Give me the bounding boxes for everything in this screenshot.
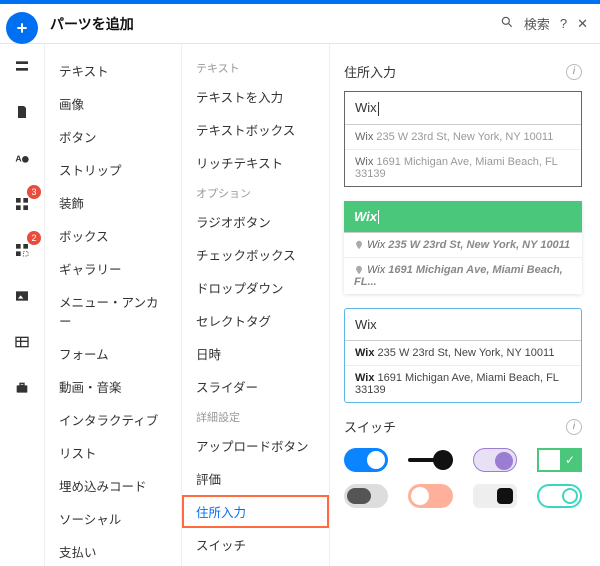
sub-group-heading: 詳細設定 [182, 403, 329, 429]
category-item[interactable]: フォーム [45, 337, 181, 370]
preview-panel: 住所入力 i Wix Wix 235 W 23rd St, New York, … [330, 44, 600, 566]
panel-header: パーツを追加 検索 ? ✕ [0, 4, 600, 44]
badge: 3 [27, 185, 41, 199]
subcategory-column: テキストテキストを入力テキストボックスリッチテキストオプションラジオボタンチェッ… [182, 44, 330, 566]
category-item[interactable]: ギャラリー [45, 252, 181, 285]
category-item[interactable]: ストリップ [45, 153, 181, 186]
category-item[interactable]: 支払い [45, 535, 181, 566]
search-icon[interactable] [500, 15, 514, 32]
apps-icon[interactable]: 3 [6, 188, 38, 220]
switch-sample[interactable] [473, 484, 517, 508]
sub-item[interactable]: セレクトタグ [182, 304, 329, 337]
category-item[interactable]: 装飾 [45, 186, 181, 219]
switch-sample[interactable] [408, 458, 452, 462]
add-button[interactable] [6, 12, 38, 44]
category-item[interactable]: インタラクティブ [45, 403, 181, 436]
icon-sidebar: A 3 2 [0, 44, 44, 566]
theme-icon[interactable]: A [6, 142, 38, 174]
info-icon[interactable]: i [566, 419, 582, 435]
panel-title: パーツを追加 [50, 14, 500, 34]
switch-sample[interactable] [408, 484, 452, 508]
address-option[interactable]: Wix 1691 Michigan Ave, Miami Beach, FL..… [344, 258, 582, 294]
category-column: テキスト画像ボタンストリップ装飾ボックスギャラリーメニュー・アンカーフォーム動画… [44, 44, 182, 566]
category-item[interactable]: 画像 [45, 87, 181, 120]
category-item[interactable]: メニュー・アンカー [45, 285, 181, 337]
switch-sample[interactable] [473, 448, 518, 472]
address-option[interactable]: Wix 235 W 23rd St, New York, NY 10011 [345, 125, 581, 150]
search-label[interactable]: 検索 [524, 14, 550, 33]
switch-sample[interactable] [344, 448, 388, 472]
sub-item[interactable]: ラジオボタン [182, 205, 329, 238]
sub-item[interactable]: 署名の入力 [182, 561, 329, 566]
sub-item[interactable]: 住所入力 [182, 495, 329, 528]
sub-item[interactable]: 評価 [182, 462, 329, 495]
badge: 2 [27, 231, 41, 245]
info-icon[interactable]: i [566, 64, 582, 80]
category-item[interactable]: テキスト [45, 54, 181, 87]
category-item[interactable]: ソーシャル [45, 502, 181, 535]
sub-item[interactable]: アップロードボタン [182, 429, 329, 462]
address-option[interactable]: Wix 235 W 23rd St, New York, NY 10011 [344, 233, 582, 258]
sub-item[interactable]: テキストボックス [182, 113, 329, 146]
svg-text:A: A [15, 153, 22, 163]
help-button[interactable]: ? [560, 16, 567, 31]
category-item[interactable]: ボックス [45, 219, 181, 252]
sub-item[interactable]: スライダー [182, 370, 329, 403]
category-item[interactable]: ボタン [45, 120, 181, 153]
briefcase-icon[interactable] [6, 372, 38, 404]
address-input-sample-1[interactable]: Wix Wix 235 W 23rd St, New York, NY 1001… [344, 91, 582, 187]
category-item[interactable]: 埋め込みコード [45, 469, 181, 502]
switch-sample[interactable] [537, 484, 582, 508]
sub-item[interactable]: スイッチ [182, 528, 329, 561]
address-input-sample-3[interactable]: Wix Wix 235 W 23rd St, New York, NY 1001… [344, 308, 582, 403]
sub-group-heading: オプション [182, 179, 329, 205]
sub-item[interactable]: ドロップダウン [182, 271, 329, 304]
sub-item[interactable]: チェックボックス [182, 238, 329, 271]
data-icon[interactable] [6, 326, 38, 358]
puzzle-icon[interactable]: 2 [6, 234, 38, 266]
switch-sample[interactable] [344, 484, 388, 508]
sub-item[interactable]: リッチテキスト [182, 146, 329, 179]
page-icon[interactable] [6, 96, 38, 128]
address-option[interactable]: Wix 235 W 23rd St, New York, NY 10011 [345, 341, 581, 366]
switch-sample[interactable]: ✓ [537, 448, 582, 472]
sub-group-heading: テキスト [182, 54, 329, 80]
media-icon[interactable] [6, 280, 38, 312]
category-item[interactable]: 動画・音楽 [45, 370, 181, 403]
address-input-sample-2[interactable]: Wix Wix 235 W 23rd St, New York, NY 1001… [344, 201, 582, 295]
sub-item[interactable]: 日時 [182, 337, 329, 370]
section-icon[interactable] [6, 50, 38, 82]
category-item[interactable]: リスト [45, 436, 181, 469]
switch-heading: スイッチ [344, 417, 396, 436]
address-option[interactable]: Wix 1691 Michigan Ave, Miami Beach, FL 3… [345, 150, 581, 186]
address-option[interactable]: Wix 1691 Michigan Ave, Miami Beach, FL 3… [345, 366, 581, 402]
close-button[interactable]: ✕ [577, 16, 588, 32]
preview-heading: 住所入力 [344, 62, 396, 81]
sub-item[interactable]: テキストを入力 [182, 80, 329, 113]
